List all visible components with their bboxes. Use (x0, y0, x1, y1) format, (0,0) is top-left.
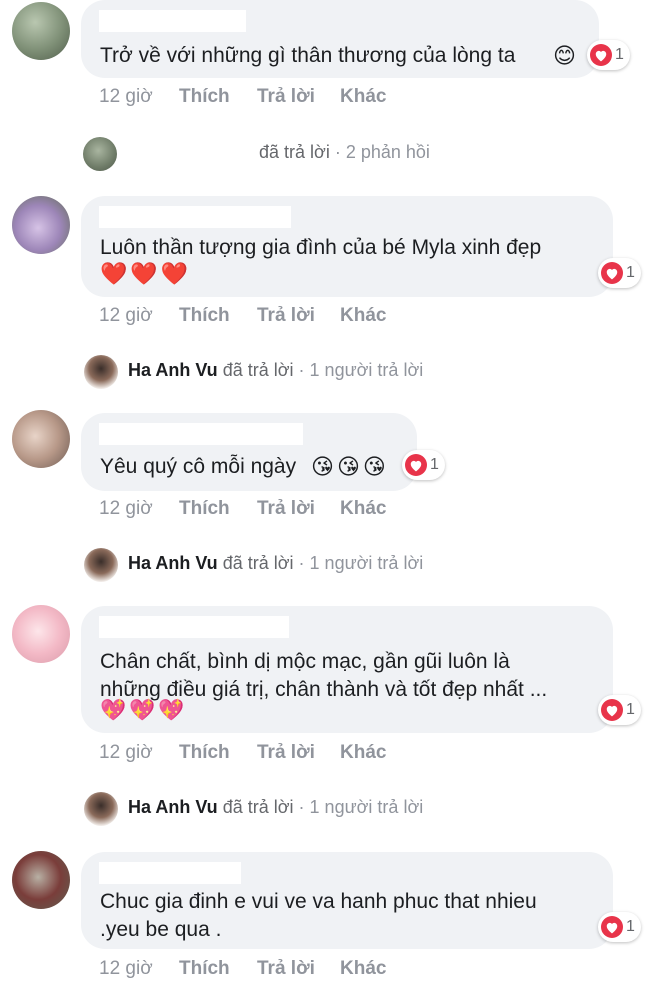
emoji-row: 💖 💖 💖 (100, 698, 184, 724)
redacted-name (99, 862, 241, 884)
like-link[interactable]: Thích (179, 305, 257, 327)
reply-link[interactable]: Trả lời (257, 742, 340, 764)
reply-author[interactable]: Ha Anh Vu (128, 797, 218, 817)
timestamp[interactable]: 12 giờ (99, 498, 179, 520)
kiss-emoji: 😘 (311, 454, 334, 479)
reply-summary[interactable]: Ha Anh Vu đã trả lời · 1 người trả lời (128, 797, 423, 818)
commenter-avatar[interactable] (12, 851, 70, 909)
reaction-badge[interactable]: 1 (402, 450, 445, 480)
replier-avatar[interactable] (84, 792, 118, 826)
heart-icon (405, 454, 427, 476)
reaction-badge[interactable]: 1 (598, 258, 641, 288)
more-link[interactable]: Khác (340, 305, 386, 327)
heart-emoji: ❤️ (130, 261, 158, 286)
more-link[interactable]: Khác (340, 742, 386, 764)
comment-actions: 12 giờ Thích Trả lời Khác (99, 86, 386, 108)
emoji-row: 😘 😘 😘 (311, 453, 386, 481)
sparkling-heart-emoji: 💖 (100, 699, 127, 722)
comment-bubble: Yêu quý cô mỗi ngày 😘 😘 😘 (81, 413, 417, 491)
smile-emoji: 😊 (553, 43, 576, 68)
heart-icon (601, 262, 623, 284)
reply-verb: đã trả lời (222, 360, 294, 380)
more-link[interactable]: Khác (340, 958, 386, 980)
more-link[interactable]: Khác (340, 498, 386, 520)
sparkling-heart-emoji: 💖 (129, 699, 156, 722)
replier-avatar[interactable] (84, 548, 118, 582)
reply-count: 2 phản hồi (345, 142, 430, 162)
commenter-avatar[interactable] (12, 196, 70, 254)
reply-link[interactable]: Trả lời (257, 86, 340, 108)
comment-actions: 12 giờ Thích Trả lời Khác (99, 958, 386, 980)
comment-text: .yeu be qua . (100, 918, 222, 941)
reply-verb: đã trả lời (259, 142, 330, 162)
commenter-avatar[interactable] (12, 2, 70, 60)
reply-summary[interactable]: Ha Anh Vu đã trả lời · 1 người trả lời (128, 360, 423, 381)
like-link[interactable]: Thích (179, 498, 257, 520)
heart-icon (590, 44, 612, 66)
comment-actions: 12 giờ Thích Trả lời Khác (99, 305, 386, 327)
reply-verb: đã trả lời (222, 797, 294, 817)
comment-bubble: Trở về với những gì thân thương của lòng… (81, 0, 599, 78)
timestamp[interactable]: 12 giờ (99, 742, 179, 764)
kiss-emoji: 😘 (336, 454, 360, 479)
timestamp[interactable]: 12 giờ (99, 958, 179, 980)
heart-icon (601, 916, 623, 938)
reply-link[interactable]: Trả lời (257, 958, 340, 980)
reaction-count: 1 (430, 456, 439, 473)
comment-text: Trở về với những gì thân thương của lòng… (100, 44, 516, 67)
more-link[interactable]: Khác (340, 86, 386, 108)
reaction-count: 1 (626, 701, 635, 718)
reply-link[interactable]: Trả lời (257, 305, 340, 327)
reaction-badge[interactable]: 1 (598, 912, 641, 942)
reply-link[interactable]: Trả lời (257, 498, 340, 520)
comment-actions: 12 giờ Thích Trả lời Khác (99, 498, 386, 520)
replier-avatar[interactable] (83, 137, 117, 171)
commenter-avatar[interactable] (12, 605, 70, 663)
replier-avatar[interactable] (84, 355, 118, 389)
reply-count: 1 người trả lời (309, 797, 424, 817)
reply-summary[interactable]: đã trả lời · 2 phản hồi (259, 142, 430, 163)
heart-emoji: ❤️ (100, 261, 128, 286)
comment-bubble: Chân chất, bình dị mộc mạc, gần gũi luôn… (81, 606, 613, 733)
reaction-badge[interactable]: 1 (587, 40, 630, 70)
comment-bubble: Luôn thần tượng gia đình của bé Myla xin… (81, 196, 613, 297)
kiss-emoji: 😘 (362, 454, 386, 479)
commenter-avatar[interactable] (12, 410, 70, 468)
like-link[interactable]: Thích (179, 958, 257, 980)
comment-actions: 12 giờ Thích Trả lời Khác (99, 742, 386, 764)
redacted-name (99, 10, 246, 32)
timestamp[interactable]: 12 giờ (99, 86, 179, 108)
reply-author[interactable]: Ha Anh Vu (128, 553, 218, 573)
redacted-name (99, 616, 289, 638)
comment-text: Yêu quý cô mỗi ngày (100, 455, 297, 478)
reaction-count: 1 (615, 46, 624, 63)
redacted-name (99, 206, 291, 228)
reply-count: 1 người trả lời (309, 553, 424, 573)
comment-bubble: Chuc gia đinh e vui ve va hanh phuc that… (81, 852, 613, 949)
reply-summary[interactable]: Ha Anh Vu đã trả lời · 1 người trả lời (128, 553, 423, 574)
reaction-badge[interactable]: 1 (598, 695, 641, 725)
sparkling-heart-emoji: 💖 (158, 699, 185, 722)
heart-icon (601, 699, 623, 721)
heart-emoji: ❤️ (160, 261, 189, 286)
like-link[interactable]: Thích (179, 86, 257, 108)
emoji-row: ❤️ ❤️ ❤️ (100, 260, 188, 288)
reply-count: 1 người trả lời (309, 360, 424, 380)
like-link[interactable]: Thích (179, 742, 257, 764)
redacted-name (99, 423, 303, 445)
timestamp[interactable]: 12 giờ (99, 305, 179, 327)
reply-author[interactable]: Ha Anh Vu (128, 360, 218, 380)
reply-verb: đã trả lời (222, 553, 294, 573)
reaction-count: 1 (626, 264, 635, 281)
reaction-count: 1 (626, 918, 635, 935)
